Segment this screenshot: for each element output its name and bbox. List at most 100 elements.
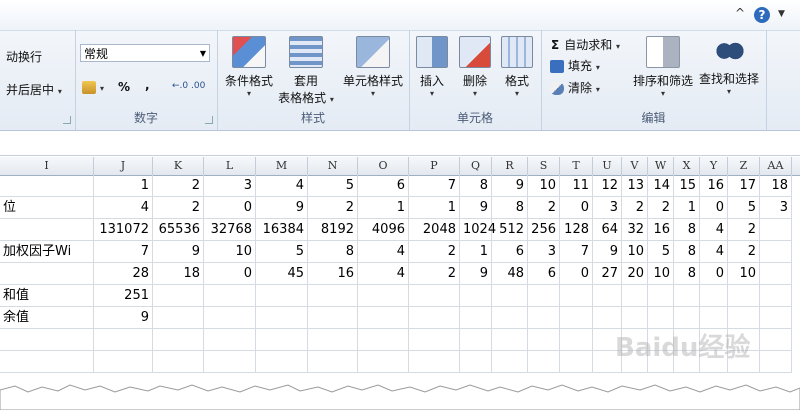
table-cell[interactable]: [358, 307, 409, 329]
table-cell[interactable]: [760, 351, 792, 373]
column-header-w[interactable]: W: [648, 157, 674, 175]
table-cell[interactable]: [560, 285, 593, 307]
help-icon[interactable]: ?: [754, 7, 770, 23]
table-cell[interactable]: 9: [460, 197, 492, 219]
column-header-aa[interactable]: AA: [760, 157, 792, 175]
table-cell[interactable]: 16384: [256, 219, 308, 241]
table-cell[interactable]: 0: [204, 263, 256, 285]
format-button[interactable]: 格式 ▾: [497, 36, 537, 98]
table-cell[interactable]: [0, 329, 94, 351]
table-cell[interactable]: 2: [728, 241, 760, 263]
table-cell[interactable]: [528, 351, 560, 373]
table-cell[interactable]: [308, 307, 358, 329]
table-cell[interactable]: [308, 329, 358, 351]
table-cell[interactable]: 8192: [308, 219, 358, 241]
minimize-ribbon-icon[interactable]: ^: [735, 6, 745, 20]
table-cell[interactable]: 2: [622, 197, 648, 219]
table-cell[interactable]: [648, 285, 674, 307]
column-header-v[interactable]: V: [622, 157, 648, 175]
table-cell[interactable]: 8: [674, 263, 700, 285]
table-cell[interactable]: [593, 285, 622, 307]
column-header-r[interactable]: R: [492, 157, 528, 175]
table-cell[interactable]: 7: [94, 241, 153, 263]
table-cell[interactable]: 2048: [409, 219, 460, 241]
table-cell[interactable]: [622, 307, 648, 329]
wrap-text-button[interactable]: 动换行: [6, 48, 42, 65]
row-label-cell[interactable]: 加权因子Wi: [0, 241, 94, 263]
alignment-launcher-icon[interactable]: [63, 116, 71, 124]
column-header-z[interactable]: Z: [728, 157, 760, 175]
table-cell[interactable]: 8: [492, 197, 528, 219]
table-cell[interactable]: [204, 351, 256, 373]
table-cell[interactable]: 48: [492, 263, 528, 285]
table-cell[interactable]: [153, 307, 204, 329]
table-cell[interactable]: [409, 307, 460, 329]
conditional-format-button[interactable]: 条件格式 ▾: [222, 36, 276, 98]
sort-filter-button[interactable]: 排序和筛选 ▾: [630, 36, 696, 98]
table-cell[interactable]: [622, 285, 648, 307]
number-format-select[interactable]: 常规 ▼: [80, 44, 210, 62]
table-cell[interactable]: [94, 329, 153, 351]
table-cell[interactable]: [492, 351, 528, 373]
table-cell[interactable]: 8: [460, 175, 492, 197]
table-cell[interactable]: 10: [622, 241, 648, 263]
fill-button[interactable]: 填充 ▾: [550, 57, 600, 74]
row-label-cell[interactable]: [0, 263, 94, 285]
table-cell[interactable]: [460, 307, 492, 329]
table-cell[interactable]: 16: [700, 175, 728, 197]
formula-bar[interactable]: [0, 131, 800, 156]
table-cell[interactable]: 32768: [204, 219, 256, 241]
table-cell[interactable]: 5: [308, 175, 358, 197]
table-cell[interactable]: 3: [204, 175, 256, 197]
table-cell[interactable]: [492, 329, 528, 351]
table-cell[interactable]: 8: [674, 241, 700, 263]
table-cell[interactable]: [460, 329, 492, 351]
table-cell[interactable]: 15: [674, 175, 700, 197]
table-cell[interactable]: 9: [256, 197, 308, 219]
table-cell[interactable]: [560, 307, 593, 329]
table-cell[interactable]: 4: [700, 219, 728, 241]
table-cell[interactable]: [492, 307, 528, 329]
table-cell[interactable]: 1: [358, 197, 409, 219]
table-cell[interactable]: 5: [648, 241, 674, 263]
table-cell[interactable]: 128: [560, 219, 593, 241]
table-cell[interactable]: 3: [528, 241, 560, 263]
insert-button[interactable]: 插入 ▾: [412, 36, 452, 98]
column-header-x[interactable]: X: [674, 157, 700, 175]
currency-button[interactable]: ▾: [82, 80, 104, 94]
table-cell[interactable]: 7: [409, 175, 460, 197]
table-cell[interactable]: 12: [593, 175, 622, 197]
table-cell[interactable]: [460, 351, 492, 373]
table-cell[interactable]: 9: [460, 263, 492, 285]
table-cell[interactable]: 2: [153, 197, 204, 219]
table-cell[interactable]: [256, 351, 308, 373]
table-cell[interactable]: 18: [760, 175, 792, 197]
table-cell[interactable]: 17: [728, 175, 760, 197]
table-cell[interactable]: 0: [700, 197, 728, 219]
table-cell[interactable]: [760, 329, 792, 351]
table-cell[interactable]: 4: [358, 263, 409, 285]
table-cell[interactable]: [153, 351, 204, 373]
table-cell[interactable]: 10: [204, 241, 256, 263]
table-cell[interactable]: 13: [622, 175, 648, 197]
table-cell[interactable]: 10: [528, 175, 560, 197]
table-cell[interactable]: 32: [622, 219, 648, 241]
comma-button[interactable]: ,: [145, 78, 150, 92]
column-header-q[interactable]: Q: [460, 157, 492, 175]
table-cell[interactable]: 3: [593, 197, 622, 219]
cell-styles-button[interactable]: 单元格样式 ▾: [338, 36, 408, 98]
table-cell[interactable]: [674, 285, 700, 307]
table-cell[interactable]: 0: [560, 263, 593, 285]
table-cell[interactable]: 28: [94, 263, 153, 285]
table-cell[interactable]: [528, 329, 560, 351]
table-cell[interactable]: [204, 307, 256, 329]
table-cell[interactable]: 6: [528, 263, 560, 285]
table-cell[interactable]: [760, 219, 792, 241]
column-header-t[interactable]: T: [560, 157, 593, 175]
table-cell[interactable]: 2: [409, 263, 460, 285]
row-label-cell[interactable]: 位: [0, 197, 94, 219]
row-label-cell[interactable]: [0, 219, 94, 241]
column-header-k[interactable]: K: [153, 157, 204, 175]
table-cell[interactable]: 5: [728, 197, 760, 219]
table-cell[interactable]: 14: [648, 175, 674, 197]
